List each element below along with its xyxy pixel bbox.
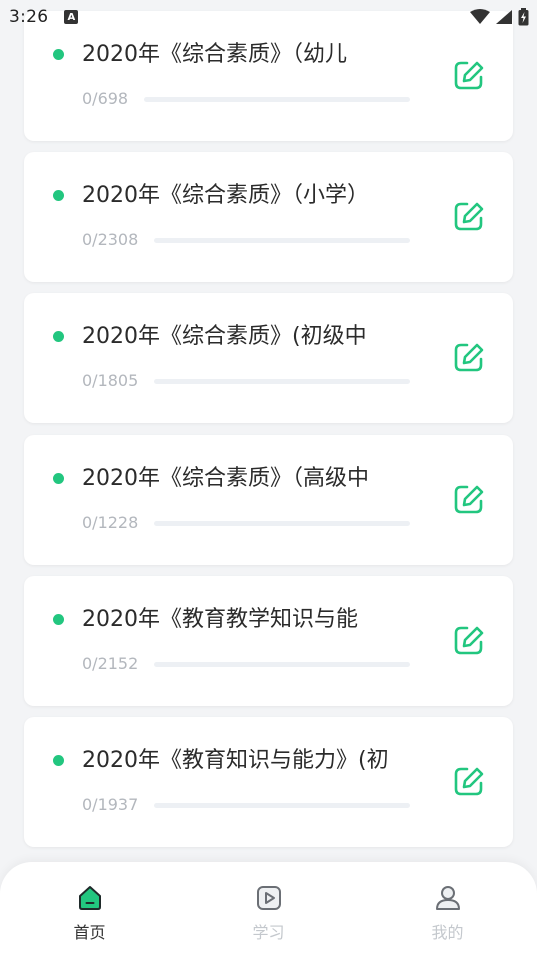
user-icon <box>435 886 460 910</box>
card-count: 0/2308 <box>82 230 139 249</box>
status-dot <box>53 331 64 342</box>
edit-icon[interactable] <box>453 765 485 797</box>
card-title: 2020年《综合素质》（小学） <box>82 183 369 208</box>
status-icons <box>470 8 529 26</box>
edit-icon[interactable] <box>453 624 485 656</box>
home-icon <box>78 886 101 910</box>
play-icon <box>256 886 281 910</box>
card-count: 0/698 <box>82 89 129 108</box>
progress-bar <box>154 803 410 808</box>
card-count: 0/1937 <box>82 795 139 814</box>
status-dot <box>53 49 64 60</box>
status-dot <box>53 473 64 484</box>
signal-icon <box>496 10 512 24</box>
battery-icon <box>518 8 529 26</box>
edit-icon[interactable] <box>453 200 485 232</box>
card-count: 0/2152 <box>82 654 139 673</box>
exam-card[interactable]: 2020年《教育教学知识与能 0/2152 <box>24 576 513 706</box>
edit-icon[interactable] <box>453 483 485 515</box>
card-count: 0/1805 <box>82 371 139 390</box>
status-dot <box>53 755 64 766</box>
card-title: 2020年《教育知识与能力》(初 <box>82 748 389 773</box>
nav-label-study: 学习 <box>252 923 285 942</box>
exam-card[interactable]: 2020年《综合素质》（高级中 0/1228 <box>24 435 513 565</box>
status-dot <box>53 614 64 625</box>
nav-item-mine[interactable]: 我的 <box>358 862 537 956</box>
edit-icon[interactable] <box>453 59 485 91</box>
nav-label-home: 首页 <box>73 923 106 942</box>
notification-a-icon: A <box>64 10 79 24</box>
card-title: 2020年《教育教学知识与能 <box>82 607 358 632</box>
exam-card[interactable]: 2020年《综合素质》（小学） 0/2308 <box>24 152 513 282</box>
progress-bar <box>154 521 410 526</box>
card-title: 2020年《综合素质》（高级中 <box>82 466 369 491</box>
progress-bar <box>144 97 410 102</box>
exam-card[interactable]: 2020年《综合素质》(初级中 0/1805 <box>24 293 513 423</box>
card-count: 0/1228 <box>82 513 139 532</box>
bottom-nav: 首页 学习 我的 <box>0 862 537 956</box>
card-title: 2020年《综合素质》(初级中 <box>82 324 367 349</box>
exam-card[interactable]: 2020年《教育知识与能力》(初 0/1937 <box>24 717 513 847</box>
nav-item-study[interactable]: 学习 <box>179 862 358 956</box>
card-title: 2020年《综合素质》（幼儿 <box>82 42 347 67</box>
nav-item-home[interactable]: 首页 <box>0 862 179 956</box>
nav-label-mine: 我的 <box>431 923 464 942</box>
progress-bar <box>154 238 410 243</box>
progress-bar <box>154 662 410 667</box>
progress-bar <box>154 379 410 384</box>
edit-icon[interactable] <box>453 341 485 373</box>
status-bar: 3:26 A <box>0 0 537 34</box>
wifi-icon <box>470 9 490 24</box>
status-time: 3:26 <box>9 7 49 27</box>
status-dot <box>53 190 64 201</box>
